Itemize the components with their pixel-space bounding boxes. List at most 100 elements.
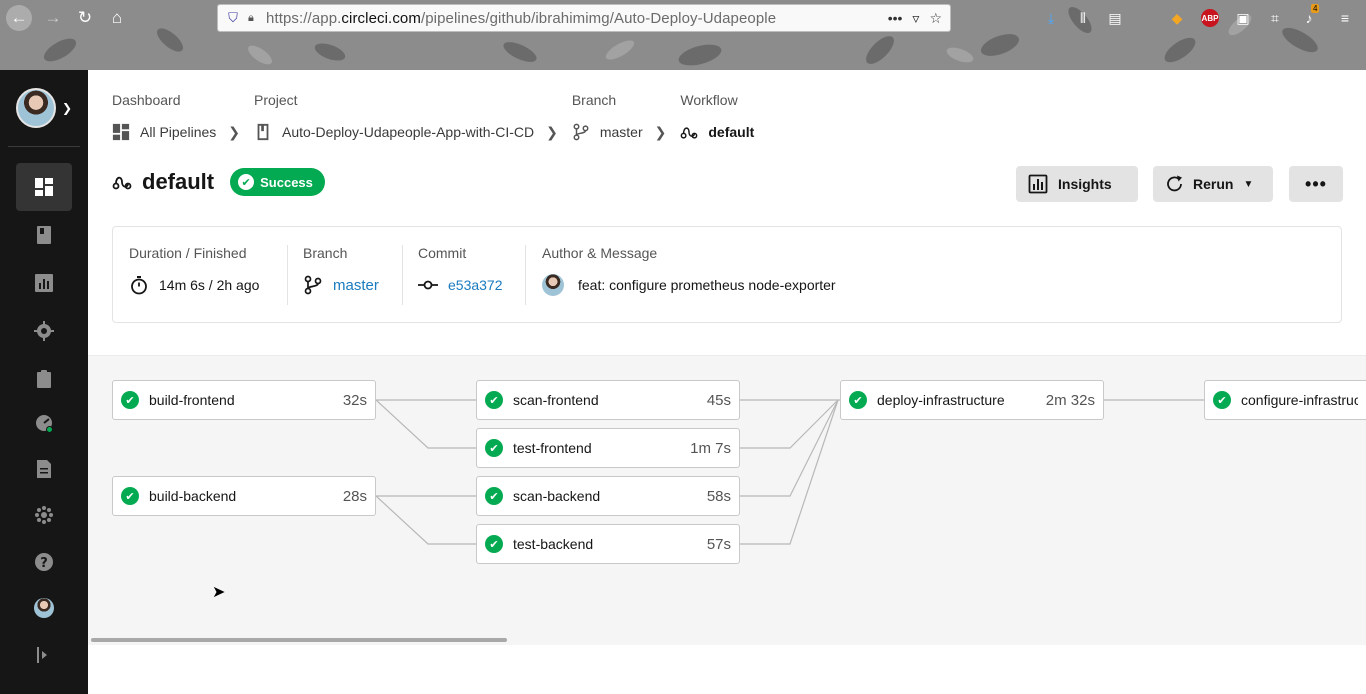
chevron-right-icon: ❯	[228, 123, 240, 140]
job-card[interactable]: ✔ deploy-infrastructure 2m 32s	[840, 380, 1104, 420]
breadcrumb-all-pipelines-link[interactable]: All Pipelines	[140, 124, 216, 140]
address-bar[interactable]: ⛉ 🔒︎ https://app.circleci.com/pipelines/…	[217, 4, 951, 32]
forward-button[interactable]: →	[40, 5, 66, 31]
mouse-cursor-icon: ➤	[212, 584, 226, 601]
summary-divider	[287, 245, 288, 305]
graph-horizontal-scrollbar[interactable]	[91, 638, 507, 642]
success-check-icon: ✔	[849, 391, 867, 409]
breadcrumb-branch: Branch master ❯	[572, 92, 681, 142]
status-badge: ✔ Success	[230, 168, 325, 196]
sidebar-item-dashboard[interactable]	[16, 163, 72, 211]
dashboard-icon	[35, 178, 53, 196]
sidebar-item-settings[interactable]	[16, 307, 72, 355]
success-check-icon: ✔	[485, 439, 503, 457]
dashboard-icon	[112, 123, 130, 141]
app-sidebar: ❯ ?	[0, 70, 88, 694]
main-content: Dashboard All Pipelines ❯ Project Auto-D…	[88, 70, 1366, 694]
branch-link[interactable]: master	[333, 277, 379, 294]
adblock-icon[interactable]: ABP	[1201, 9, 1219, 27]
home-button[interactable]: ⌂	[104, 5, 130, 31]
job-duration: 58s	[706, 487, 731, 505]
back-button[interactable]: ←	[6, 5, 32, 31]
downloads-icon[interactable]: ⤓	[1040, 8, 1062, 28]
commit-label: Commit	[418, 245, 467, 261]
commit-icon	[418, 280, 438, 290]
stopwatch-icon	[131, 276, 147, 295]
book-icon	[37, 226, 51, 244]
user-avatar[interactable]	[16, 88, 56, 128]
breadcrumb-label: Workflow	[680, 92, 738, 108]
duration-label: Duration / Finished	[129, 245, 247, 261]
success-check-icon: ✔	[1213, 391, 1231, 409]
sidebar-item-collapse[interactable]	[16, 631, 72, 679]
job-name: test-frontend	[513, 440, 592, 456]
rerun-button[interactable]: Rerun ▼	[1153, 166, 1273, 202]
crop-icon[interactable]: ⌗	[1264, 8, 1286, 28]
gear-icon	[34, 321, 54, 341]
sidebar-item-profile[interactable]	[16, 584, 72, 632]
browser-toolbar: ← → ↻ ⌂ ⛉ 🔒︎ https://app.circleci.com/pi…	[0, 0, 1366, 70]
job-card[interactable]: ✔ scan-backend 58s	[476, 476, 740, 516]
page-actions-icon[interactable]: •••	[888, 10, 903, 27]
status-dot	[46, 426, 53, 433]
lock-icon[interactable]: 🔒︎	[248, 12, 266, 25]
job-card[interactable]: ✔ build-frontend 32s	[112, 380, 376, 420]
breadcrumb-label: Project	[254, 92, 298, 108]
sidebar-item-projects[interactable]	[16, 211, 72, 259]
breadcrumb-label: Branch	[571, 92, 617, 108]
success-check-icon: ✔	[485, 535, 503, 553]
extension-icon[interactable]: ◆	[1166, 8, 1188, 28]
sidebar-item-plan[interactable]	[16, 355, 72, 403]
success-check-icon: ✔	[485, 487, 503, 505]
library-icon[interactable]: ⫴	[1072, 8, 1094, 28]
job-card[interactable]: ✔ configure-infrastructure	[1204, 380, 1366, 420]
job-duration: 1m 7s	[690, 439, 731, 457]
breadcrumb-branch-link[interactable]: master	[600, 124, 643, 140]
author-label: Author & Message	[542, 245, 658, 261]
job-name: test-backend	[513, 536, 594, 552]
screenshot-icon[interactable]: ▣	[1232, 8, 1254, 28]
chevron-down-icon[interactable]: ❯	[62, 101, 72, 115]
job-duration: 28s	[342, 487, 367, 505]
breadcrumb-dashboard: Dashboard All Pipelines ❯	[112, 92, 254, 142]
url-text[interactable]: https://app.circleci.com/pipelines/githu…	[266, 10, 880, 27]
reload-button[interactable]: ↻	[72, 5, 98, 31]
job-card[interactable]: ✔ build-backend 28s	[112, 476, 376, 516]
insights-button[interactable]: Insights	[1016, 166, 1138, 202]
job-card[interactable]: ✔ test-frontend 1m 7s	[476, 428, 740, 468]
sidebar-item-docs[interactable]	[16, 445, 72, 493]
sidebar-item-insights[interactable]	[16, 259, 72, 307]
tracking-shield-icon[interactable]: ⛉	[218, 10, 248, 26]
sidebar-item-status[interactable]	[16, 399, 72, 447]
bookmark-star-icon[interactable]: ☆	[929, 10, 942, 27]
org-switcher[interactable]: ❯	[16, 88, 72, 128]
expand-sidebar-icon	[37, 647, 47, 663]
job-duration: 32s	[342, 391, 367, 409]
more-actions-button[interactable]: •••	[1289, 166, 1343, 202]
duration-value: 14m 6s / 2h ago	[159, 277, 260, 293]
workflow-icon	[681, 127, 698, 139]
job-name: scan-backend	[513, 488, 601, 504]
breadcrumb-label: Dashboard	[112, 92, 181, 108]
sidebar-item-help[interactable]: ?	[16, 538, 72, 586]
branch-icon	[573, 123, 589, 141]
sidebar-toggle-icon[interactable]: ▤	[1104, 8, 1126, 28]
menu-icon[interactable]: ≡	[1334, 8, 1356, 28]
job-card[interactable]: ✔ test-backend 57s	[476, 524, 740, 564]
breadcrumb: Dashboard All Pipelines ❯ Project Auto-D…	[112, 92, 754, 142]
job-name: deploy-infrastructure	[877, 392, 1005, 408]
sidebar-item-community[interactable]	[16, 491, 72, 539]
breadcrumb-project: Project Auto-Deploy-Udapeople-App-with-C…	[254, 92, 572, 142]
job-name: configure-infrastructure	[1241, 392, 1358, 408]
sidebar-divider	[8, 146, 80, 147]
workflow-header: default ✔ Success	[112, 168, 325, 196]
pocket-icon[interactable]: ▿	[912, 10, 919, 27]
success-check-icon: ✔	[121, 391, 139, 409]
job-duration: 2m 32s	[1045, 391, 1095, 409]
workflow-icon	[112, 176, 132, 190]
commit-link[interactable]: e53a372	[448, 277, 503, 293]
breadcrumb-project-link[interactable]: Auto-Deploy-Udapeople-App-with-CI-CD	[282, 124, 534, 140]
workflow-summary: Duration / Finished 14m 6s / 2h ago Bran…	[112, 226, 1342, 323]
job-card[interactable]: ✔ scan-frontend 45s	[476, 380, 740, 420]
document-icon	[37, 460, 51, 478]
